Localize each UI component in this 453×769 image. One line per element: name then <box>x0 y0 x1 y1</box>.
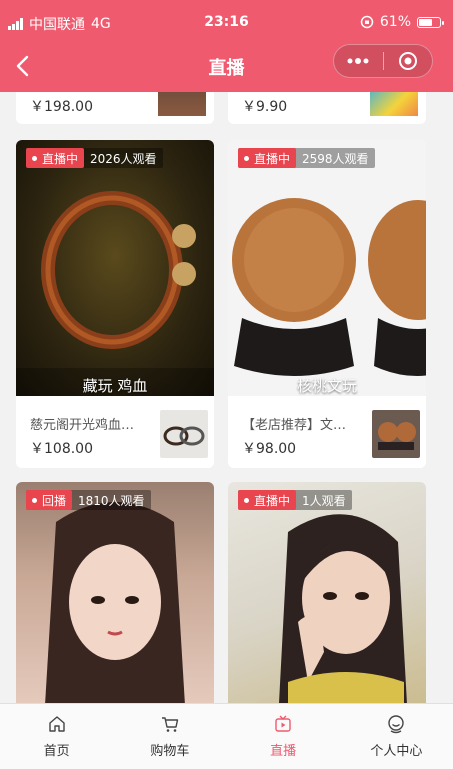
cover-caption: 核桃文玩 <box>296 377 357 395</box>
live-card[interactable]: 直播中 1人观看 <box>228 482 426 703</box>
viewer-count: 1人观看 <box>302 493 346 508</box>
live-cover-image <box>16 482 214 703</box>
product-thumbnail <box>160 410 208 458</box>
live-status-badge: 直播中 2026人观看 <box>26 148 163 168</box>
tab-label: 首页 <box>43 744 70 759</box>
live-cover-image <box>228 140 426 396</box>
tab-bar: 首页 购物车 直播 个人中心 <box>0 703 453 769</box>
tab-user-center[interactable]: 个人中心 <box>340 704 453 769</box>
more-dots-icon <box>347 58 369 64</box>
status-label: 直播中 <box>254 151 291 166</box>
streamer-photo <box>279 514 407 703</box>
live-card[interactable]: 直播中 2026人观看 藏玩 鸡血 慈元阁开光鸡血… ￥108.00 <box>16 140 214 468</box>
status-label: 直播中 <box>42 151 79 166</box>
user-center-icon <box>388 715 405 734</box>
live-card[interactable]: 直播中 2598人观看 核桃文玩 【老店推荐】文… ￥98.00 <box>228 140 426 468</box>
product-name: 慈元阁开光鸡血… <box>30 418 135 433</box>
close-miniprogram-button[interactable] <box>384 45 433 77</box>
live-list[interactable]: ￥198.00 ￥9.90 直播中 2026人观看 藏玩 鸡血 慈元阁开光鸡血…… <box>0 92 453 703</box>
live-status-badge: 直播中 1人观看 <box>238 490 352 510</box>
nav-bar: 直播 <box>0 40 453 92</box>
more-button[interactable] <box>334 45 383 77</box>
product-thumbnail <box>372 410 420 458</box>
tab-label: 购物车 <box>150 744 190 759</box>
cover-caption: 藏玩 鸡血 <box>82 377 148 395</box>
tab-label: 直播 <box>270 744 297 759</box>
product-price: ￥98.00 <box>242 441 297 457</box>
status-tag: 回播 <box>26 490 73 510</box>
live-status-badge: 直播中 2598人观看 <box>238 148 375 168</box>
tab-label: 个人中心 <box>370 744 423 759</box>
product-price: ￥198.00 <box>30 99 93 115</box>
status-bar: 中国联通 4G 23:16 61% <box>0 0 453 40</box>
product-price: ￥9.90 <box>242 99 288 115</box>
status-label: 直播中 <box>254 493 291 508</box>
product-thumbnail <box>158 92 206 116</box>
live-status-badge: 回播 1810人观看 <box>26 490 151 510</box>
status-tag: 直播中 <box>26 148 85 168</box>
tab-home[interactable]: 首页 <box>0 704 113 769</box>
miniprogram-capsule <box>333 44 433 78</box>
product-info[interactable]: 慈元阁开光鸡血… ￥108.00 <box>16 402 214 468</box>
live-card[interactable]: 回播 1810人观看 <box>16 482 214 703</box>
tab-cart[interactable]: 购物车 <box>113 704 226 769</box>
product-name: 【老店推荐】文… <box>242 418 347 433</box>
product-card[interactable]: ￥198.00 <box>16 92 214 124</box>
live-icon <box>275 715 291 732</box>
battery-percent: 61% <box>379 14 411 30</box>
status-label: 回播 <box>42 493 67 508</box>
target-circle-icon <box>398 52 417 70</box>
live-cover-image <box>16 140 214 396</box>
bangle-image <box>16 191 214 396</box>
walnut-image <box>232 198 426 376</box>
status-tag: 直播中 <box>238 148 297 168</box>
viewer-count: 2598人观看 <box>302 151 369 166</box>
streamer-photo <box>45 502 185 703</box>
product-thumbnail <box>370 92 418 116</box>
battery-icon <box>417 16 444 28</box>
product-card[interactable]: ￥9.90 <box>228 92 426 124</box>
product-price: ￥108.00 <box>30 441 93 457</box>
viewer-count: 1810人观看 <box>78 493 145 508</box>
home-icon <box>48 716 65 732</box>
status-tag: 直播中 <box>238 490 297 510</box>
product-info[interactable]: 【老店推荐】文… ￥98.00 <box>228 402 426 468</box>
viewer-count: 2026人观看 <box>90 151 157 166</box>
rotation-lock-icon <box>360 15 374 29</box>
live-cover-image <box>228 482 426 703</box>
cart-icon <box>161 717 179 732</box>
tab-live[interactable]: 直播 <box>227 704 340 769</box>
